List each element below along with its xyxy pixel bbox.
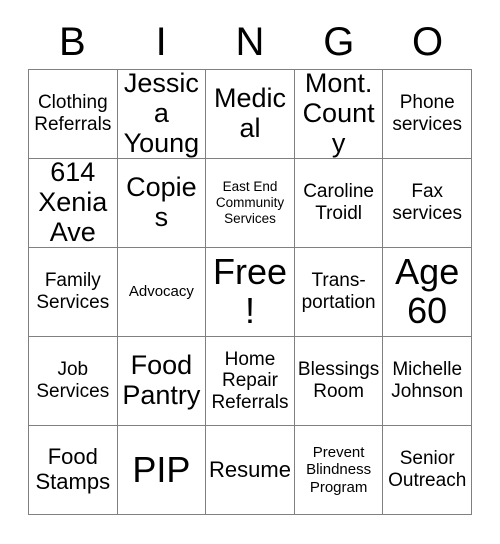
bingo-grid: Clothing Referrals Jessica Young Medical Mo… bbox=[28, 69, 472, 515]
bingo-cell[interactable]: 614 Xenia Ave bbox=[29, 159, 118, 248]
bingo-cell-label: Mont. County bbox=[302, 70, 375, 158]
bingo-header-letter-0: B bbox=[59, 20, 86, 64]
bingo-cell[interactable]: Mont. County bbox=[294, 70, 384, 159]
bingo-cell[interactable]: Clothing Referrals bbox=[29, 70, 118, 159]
bingo-cell-label: Food Stamps bbox=[35, 444, 111, 494]
bingo-cell[interactable]: Advocacy bbox=[117, 248, 207, 337]
bingo-cell-label: Food Pantry bbox=[122, 350, 201, 410]
bingo-cell-label: Phone services bbox=[392, 92, 463, 135]
bingo-header-letter-3: G bbox=[323, 20, 355, 64]
bingo-cell[interactable]: Medical bbox=[206, 70, 295, 159]
bingo-cell-label: Senior Outreach bbox=[388, 448, 467, 491]
bingo-cell[interactable]: Jessica Young bbox=[117, 70, 207, 159]
bingo-cell[interactable]: Trans-portation bbox=[294, 248, 384, 337]
bingo-cell-label: Job Services bbox=[36, 359, 110, 402]
bingo-cell-label: Trans-portation bbox=[301, 270, 376, 313]
bingo-cell[interactable]: Home Repair Referrals bbox=[206, 337, 295, 426]
bingo-header: BINGO bbox=[28, 18, 472, 66]
bingo-cell-label: PIP bbox=[132, 448, 191, 490]
bingo-cell[interactable]: Senior Outreach bbox=[383, 426, 472, 515]
bingo-cell[interactable]: PIP bbox=[117, 426, 207, 515]
bingo-cell-label: Family Services bbox=[36, 270, 110, 313]
bingo-cell[interactable]: Age 60 bbox=[383, 248, 472, 337]
bingo-cell[interactable]: Free! bbox=[206, 248, 295, 337]
bingo-card: B I N G O Clothing Referrals Jessica Young Med… bbox=[0, 0, 500, 544]
bingo-cell-label: Jessica Young bbox=[123, 70, 200, 158]
bingo-cell[interactable]: Job Services bbox=[29, 337, 118, 426]
bingo-cell-label: Michelle Johnson bbox=[391, 359, 464, 402]
bingo-cell-label: Age 60 bbox=[395, 251, 460, 331]
bingo-cell[interactable]: Food Pantry bbox=[117, 337, 207, 426]
bingo-cell[interactable]: Copies bbox=[117, 159, 207, 248]
bingo-cell-label: Clothing Referrals bbox=[34, 92, 112, 135]
bingo-cell[interactable]: Family Services bbox=[29, 248, 118, 337]
bingo-cell-label: Prevent Blindness Program bbox=[306, 443, 372, 496]
bingo-cell[interactable]: Caroline Troidl bbox=[294, 159, 384, 248]
bingo-cell-label: Caroline Troidl bbox=[303, 181, 374, 224]
bingo-cell[interactable]: Blessings Room bbox=[294, 337, 384, 426]
bingo-cell[interactable]: Michelle Johnson bbox=[383, 337, 472, 426]
bingo-cell[interactable]: Food Stamps bbox=[29, 426, 118, 515]
bingo-cell-label: Fax services bbox=[392, 181, 463, 224]
bingo-cell[interactable]: Fax services bbox=[383, 159, 472, 248]
bingo-header-letter-2: N bbox=[235, 20, 265, 64]
bingo-cell-label: Medical bbox=[213, 83, 286, 143]
bingo-cell-label: Blessings Room bbox=[297, 359, 380, 402]
bingo-cell[interactable]: Phone services bbox=[383, 70, 472, 159]
bingo-header-letter-4: O bbox=[412, 20, 444, 64]
bingo-cell-label: Home Repair Referrals bbox=[211, 348, 289, 413]
bingo-cell[interactable]: East End Community Services bbox=[206, 159, 295, 248]
bingo-cell-label: East End Community Services bbox=[215, 179, 285, 226]
bingo-header-letter-1: I bbox=[155, 20, 167, 64]
bingo-cell[interactable]: Prevent Blindness Program bbox=[294, 426, 384, 515]
bingo-cell-label: Copies bbox=[126, 172, 197, 232]
bingo-cell-label: 614 Xenia Ave bbox=[38, 159, 108, 247]
bingo-cell[interactable]: Resume bbox=[206, 426, 295, 515]
bingo-cell-label: Resume bbox=[209, 456, 291, 482]
bingo-cell-label: Free! bbox=[212, 251, 287, 331]
bingo-cell-label: Advocacy bbox=[128, 283, 194, 301]
